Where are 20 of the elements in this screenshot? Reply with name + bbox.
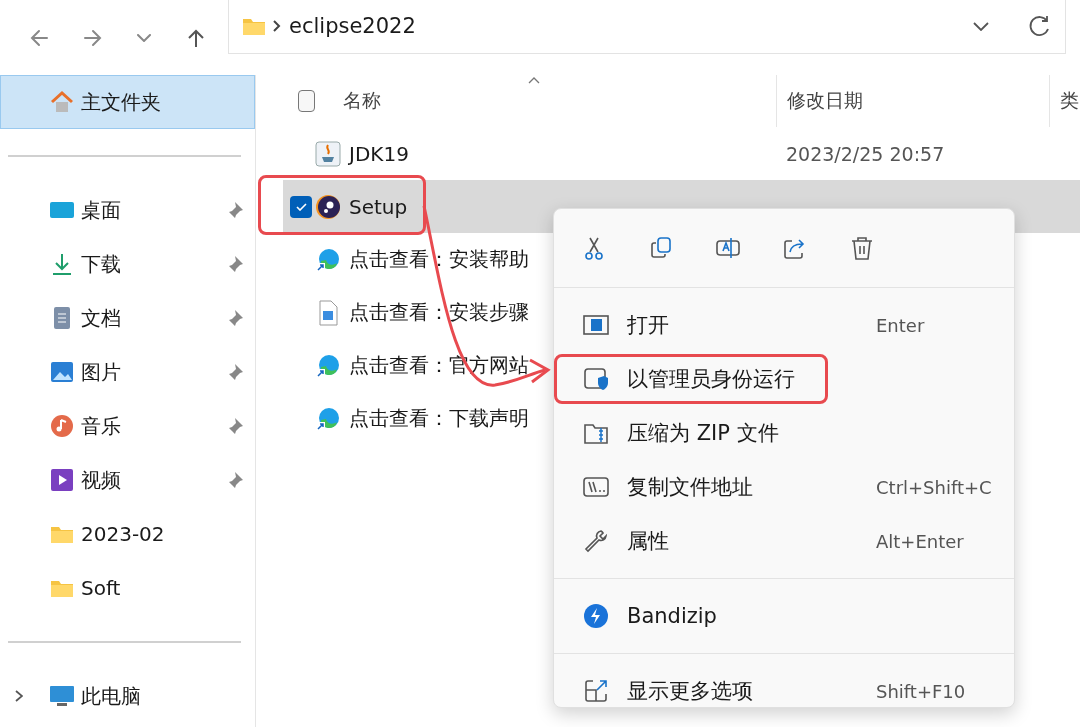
sidebar-label: 此电脑 [81, 682, 142, 710]
file-name: JDK19 [349, 141, 409, 166]
shortcut-hint: Enter [876, 314, 925, 336]
sidebar-label: Soft [81, 576, 122, 600]
sidebar-label: 图片 [81, 358, 122, 386]
shortcut-hint: Ctrl+Shift+C [876, 476, 992, 498]
shortcut-hint: Shift+F10 [876, 680, 966, 702]
sidebar-label: 2023-02 [81, 522, 166, 546]
file-name: 点击查看：安装帮助 [349, 246, 529, 273]
sidebar-label: 主文件夹 [81, 88, 162, 116]
sidebar-label: 视频 [81, 466, 122, 494]
shortcut-hint: Alt+Enter [876, 530, 964, 552]
sidebar-label: 桌面 [81, 196, 122, 224]
sidebar-label: 音乐 [81, 412, 122, 440]
file-name: 点击查看：下载声明 [349, 405, 529, 432]
sidebar-label: 文档 [81, 304, 122, 332]
file-name: Setup [349, 194, 408, 219]
modified-date: 2023/2/25 20:57 [786, 142, 945, 165]
file-name: 点击查看：安装步骤 [349, 299, 529, 326]
sidebar-label: 下载 [81, 250, 122, 278]
